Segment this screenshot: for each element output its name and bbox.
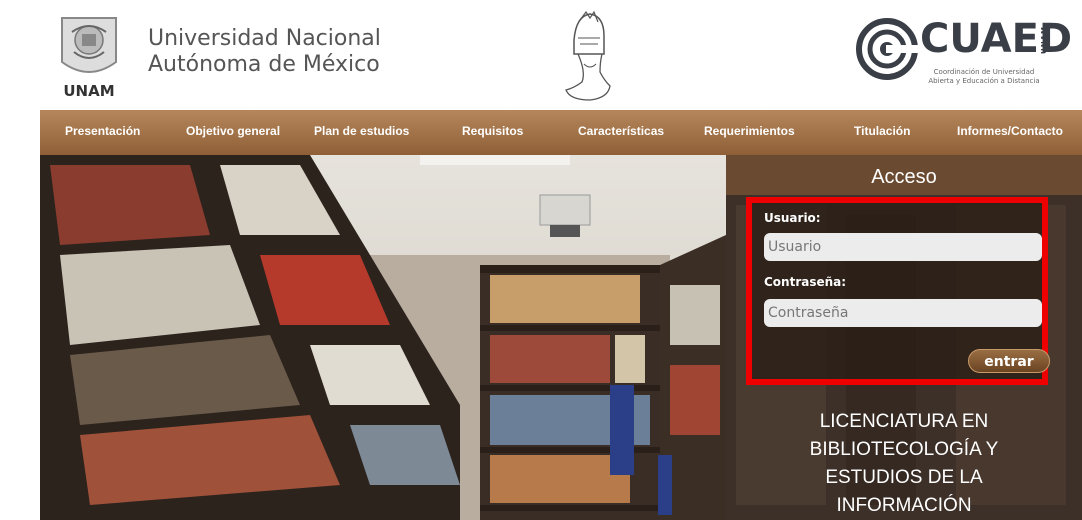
university-title: Universidad Nacional Autónoma de México — [148, 26, 381, 78]
login-form: Usuario: Contraseña: entrar — [746, 197, 1050, 385]
nav-titulacion[interactable]: Titulación — [854, 124, 910, 138]
university-title-line1: Universidad Nacional — [148, 26, 381, 51]
hero-library-image — [40, 155, 726, 520]
cuaed-target-icon — [856, 18, 918, 80]
cuaed-logo[interactable]: CUAED Coordinación de Universidad Abiert… — [856, 16, 1072, 92]
helmet-icon — [565, 10, 611, 101]
cuaed-logo-text: CUAED — [920, 16, 1073, 62]
main-nav: Presentación Objetivo general Plan de es… — [40, 110, 1082, 155]
login-panel: Acceso Usuario: Contraseña: entrar LICEN… — [726, 155, 1082, 520]
university-title-line2: Autónoma de México — [148, 52, 380, 77]
unam-logo-text: UNAM — [63, 82, 114, 100]
nav-plan-de-estudios[interactable]: Plan de estudios — [314, 124, 409, 138]
program-title-line3: ESTUDIOS DE LA — [825, 467, 983, 488]
library-illustration — [40, 155, 726, 520]
program-title-line1: LICENCIATURA EN — [819, 411, 989, 432]
program-title-line4: INFORMACIÓN — [836, 495, 972, 516]
program-title-line2: BIBLIOTECOLOGÍA Y — [809, 439, 999, 460]
cuaed-subtitle: Coordinación de Universidad Abierta y Ed… — [928, 68, 1040, 85]
login-submit-button[interactable]: entrar — [968, 349, 1050, 373]
nav-requerimientos[interactable]: Requerimientos — [704, 124, 795, 138]
password-label: Contraseña: — [764, 275, 847, 289]
nav-presentacion[interactable]: Presentación — [65, 124, 140, 138]
nav-informes-contacto[interactable]: Informes/Contacto — [957, 124, 1063, 138]
header: UNAM Universidad Nacional Autónoma de Mé… — [0, 0, 1082, 110]
user-input[interactable] — [764, 233, 1042, 261]
unam-logo[interactable]: UNAM — [52, 12, 126, 102]
user-label: Usuario: — [764, 211, 821, 225]
nav-objetivo-general[interactable]: Objetivo general — [186, 124, 280, 138]
password-input[interactable] — [764, 299, 1042, 327]
nav-requisitos[interactable]: Requisitos — [462, 124, 523, 138]
nav-caracteristicas[interactable]: Características — [578, 124, 664, 138]
cuaed-vertical-text: UNAM — [1040, 26, 1048, 54]
login-title: Acceso — [726, 155, 1082, 195]
program-title: LICENCIATURA EN BIBLIOTECOLOGÍA Y ESTUDI… — [726, 408, 1082, 520]
